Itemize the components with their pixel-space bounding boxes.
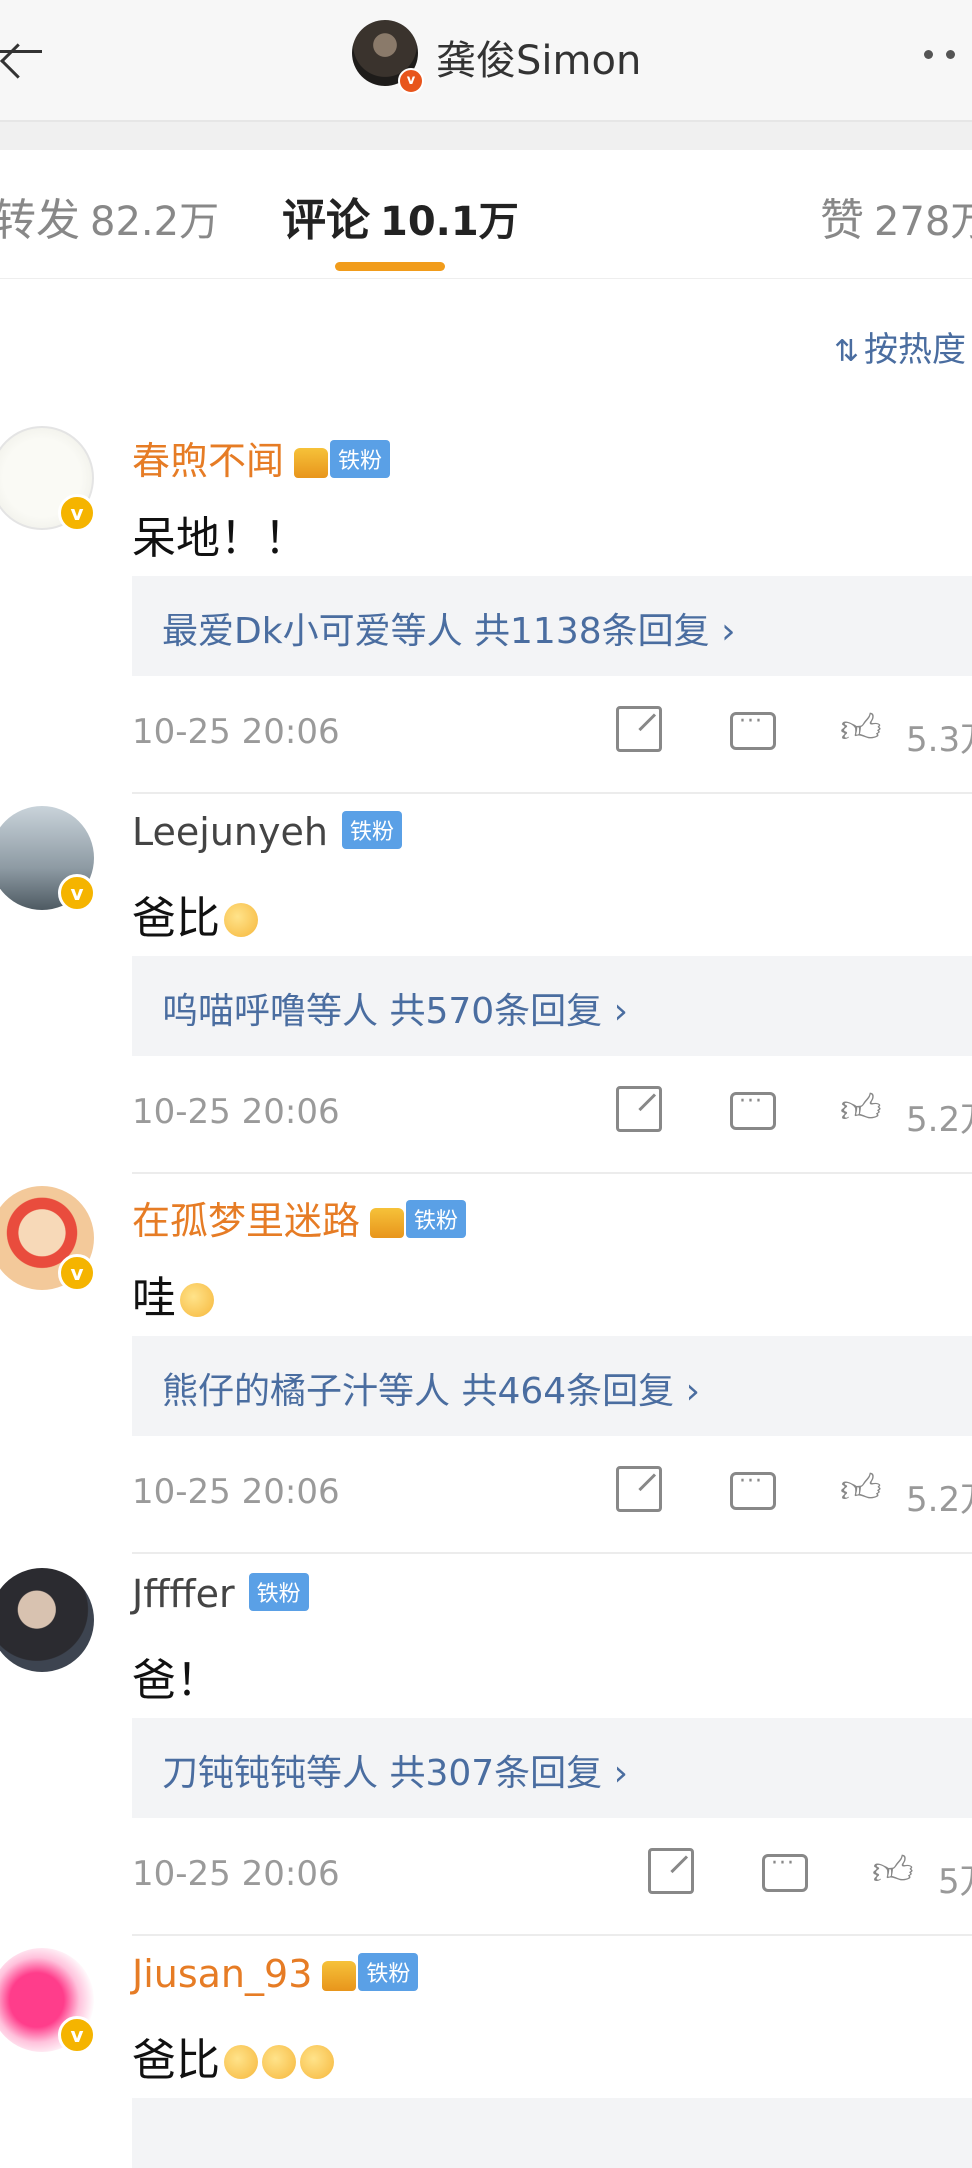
tab-label: 赞 bbox=[820, 195, 864, 246]
timestamp: 10-25 20:06 bbox=[132, 712, 340, 752]
crown-icon bbox=[322, 1961, 357, 1991]
replies-link: 熊仔的橘子汁等人 共464条回复 › bbox=[162, 1371, 700, 1412]
fan-badge: 铁粉 bbox=[342, 811, 403, 849]
page-title[interactable]: 龚俊Simon bbox=[436, 28, 641, 86]
username[interactable]: Jiusan_93 铁粉 bbox=[132, 1952, 419, 1997]
back-arrow-icon[interactable] bbox=[0, 26, 54, 79]
comment-text: 爸比 bbox=[132, 882, 258, 946]
comment-item: v Jiusan_93 铁粉 爸比 bbox=[0, 1942, 972, 2168]
username[interactable]: Jffffer 铁粉 bbox=[132, 1572, 309, 1617]
section-gap bbox=[0, 122, 972, 150]
like-count: 5万 bbox=[938, 1862, 972, 1902]
like-count: 5.2万 bbox=[906, 1480, 972, 1520]
like-icon[interactable]: 👍︎ bbox=[840, 1466, 886, 1512]
fan-badge: 铁粉 bbox=[248, 1573, 309, 1611]
divider bbox=[132, 1934, 972, 1936]
crown-icon bbox=[370, 1208, 405, 1238]
reply-icon[interactable] bbox=[730, 709, 776, 750]
username-text: Jffffer bbox=[132, 1572, 235, 1616]
like-icon[interactable]: 👍︎ bbox=[840, 706, 886, 752]
tab-count: 82.2万 bbox=[90, 199, 220, 245]
replies-preview[interactable]: 熊仔的橘子汁等人 共464条回复 › bbox=[132, 1336, 972, 1436]
reply-icon[interactable] bbox=[730, 1469, 776, 1510]
verified-badge-icon: v bbox=[58, 494, 96, 532]
reply-icon[interactable] bbox=[730, 1089, 776, 1130]
comment-item: Jffffer 铁粉 爸！ 刀钝钝钝等人 共307条回复 › 10-25 20:… bbox=[0, 1562, 972, 1942]
comment-text: 呆地！！ bbox=[132, 513, 308, 564]
comment-text-content: 爸比 bbox=[132, 893, 220, 944]
comment-item: v Leejunyeh 铁粉 爸比 呜喵呼噜等人 共570条回复 › 10-25… bbox=[0, 800, 972, 1180]
verified-badge-icon: v bbox=[58, 2016, 96, 2054]
like-count: 5.3万 bbox=[906, 720, 972, 760]
crying-emoji-icon bbox=[180, 1283, 214, 1317]
divider bbox=[132, 1172, 972, 1174]
tab-likes[interactable]: 赞 278万 bbox=[820, 184, 972, 248]
replies-link: 最爱Dk小可爱等人 共1138条回复 › bbox=[162, 611, 736, 652]
username[interactable]: 在孤梦里迷路 铁粉 bbox=[132, 1190, 467, 1245]
fan-badge: 铁粉 bbox=[358, 1953, 419, 1991]
timestamp: 10-25 20:06 bbox=[132, 1472, 340, 1512]
tab-count: 10.1万 bbox=[380, 199, 519, 245]
tab-count: 278万 bbox=[874, 199, 972, 245]
username[interactable]: 春煦不闻 铁粉 bbox=[132, 430, 391, 485]
sort-button[interactable]: ⇅ 按热度 bbox=[834, 322, 966, 371]
username-text: Leejunyeh bbox=[132, 810, 328, 854]
verified-badge-icon: v bbox=[58, 1254, 96, 1292]
like-icon[interactable]: 👍︎ bbox=[872, 1848, 918, 1894]
sort-icon: ⇅ bbox=[834, 334, 860, 369]
username[interactable]: Leejunyeh 铁粉 bbox=[132, 810, 403, 855]
divider bbox=[132, 1552, 972, 1554]
replies-link: 呜喵呼噜等人 共570条回复 › bbox=[162, 991, 628, 1032]
tab-bar: 转发 82.2万 评论 10.1万 赞 278万 bbox=[0, 150, 972, 279]
like-icon[interactable]: 👍︎ bbox=[840, 1086, 886, 1132]
tab-label: 转发 bbox=[0, 195, 80, 246]
comment-text-content: 哇 bbox=[132, 1273, 176, 1324]
reply-icon[interactable] bbox=[762, 1851, 808, 1892]
replies-preview[interactable]: 呜喵呼噜等人 共570条回复 › bbox=[132, 956, 972, 1056]
sort-label: 按热度 bbox=[864, 330, 966, 370]
tab-label: 评论 bbox=[282, 195, 370, 246]
comment-item: v 在孤梦里迷路 铁粉 哇 熊仔的橘子汁等人 共464条回复 › 10-25 20… bbox=[0, 1180, 972, 1560]
more-menu-icon[interactable] bbox=[924, 36, 972, 72]
avatar[interactable] bbox=[0, 1568, 94, 1672]
replies-preview[interactable]: 最爱Dk小可爱等人 共1138条回复 › bbox=[132, 576, 972, 676]
username-text: 在孤梦里迷路 bbox=[132, 1199, 361, 1243]
top-bar: v 龚俊Simon bbox=[0, 0, 972, 122]
comment-item: v 春煦不闻 铁粉 呆地！！ 最爱Dk小可爱等人 共1138条回复 › 10-25… bbox=[0, 420, 972, 800]
share-icon[interactable] bbox=[616, 706, 662, 752]
divider bbox=[132, 792, 972, 794]
fan-badge: 铁粉 bbox=[406, 1200, 467, 1238]
fist-emoji-icon bbox=[224, 2045, 258, 2079]
username-text: 春煦不闻 bbox=[132, 439, 285, 483]
share-icon[interactable] bbox=[648, 1848, 694, 1894]
username-text: Jiusan_93 bbox=[132, 1952, 313, 1996]
comment-text: 哇 bbox=[132, 1262, 214, 1326]
dog-emoji-icon bbox=[224, 903, 258, 937]
comment-text: 爸！ bbox=[132, 1655, 220, 1706]
tab-reposts[interactable]: 转发 82.2万 bbox=[0, 184, 219, 248]
tab-comments[interactable]: 评论 10.1万 bbox=[282, 184, 519, 248]
fist-emoji-icon bbox=[300, 2045, 334, 2079]
verified-badge-icon: v bbox=[398, 68, 424, 94]
like-count: 5.2万 bbox=[906, 1100, 972, 1140]
fan-badge: 铁粉 bbox=[330, 440, 391, 478]
replies-preview[interactable] bbox=[132, 2098, 972, 2168]
replies-preview[interactable]: 刀钝钝钝等人 共307条回复 › bbox=[132, 1718, 972, 1818]
verified-badge-icon: v bbox=[58, 874, 96, 912]
replies-link: 刀钝钝钝等人 共307条回复 › bbox=[162, 1753, 628, 1794]
crown-icon bbox=[294, 448, 329, 478]
fist-emoji-icon bbox=[262, 2045, 296, 2079]
active-tab-indicator bbox=[335, 262, 445, 271]
timestamp: 10-25 20:06 bbox=[132, 1092, 340, 1132]
timestamp: 10-25 20:06 bbox=[132, 1854, 340, 1894]
comment-text-content: 爸比 bbox=[132, 2035, 220, 2086]
share-icon[interactable] bbox=[616, 1466, 662, 1512]
comment-text: 爸比 bbox=[132, 2024, 334, 2088]
share-icon[interactable] bbox=[616, 1086, 662, 1132]
